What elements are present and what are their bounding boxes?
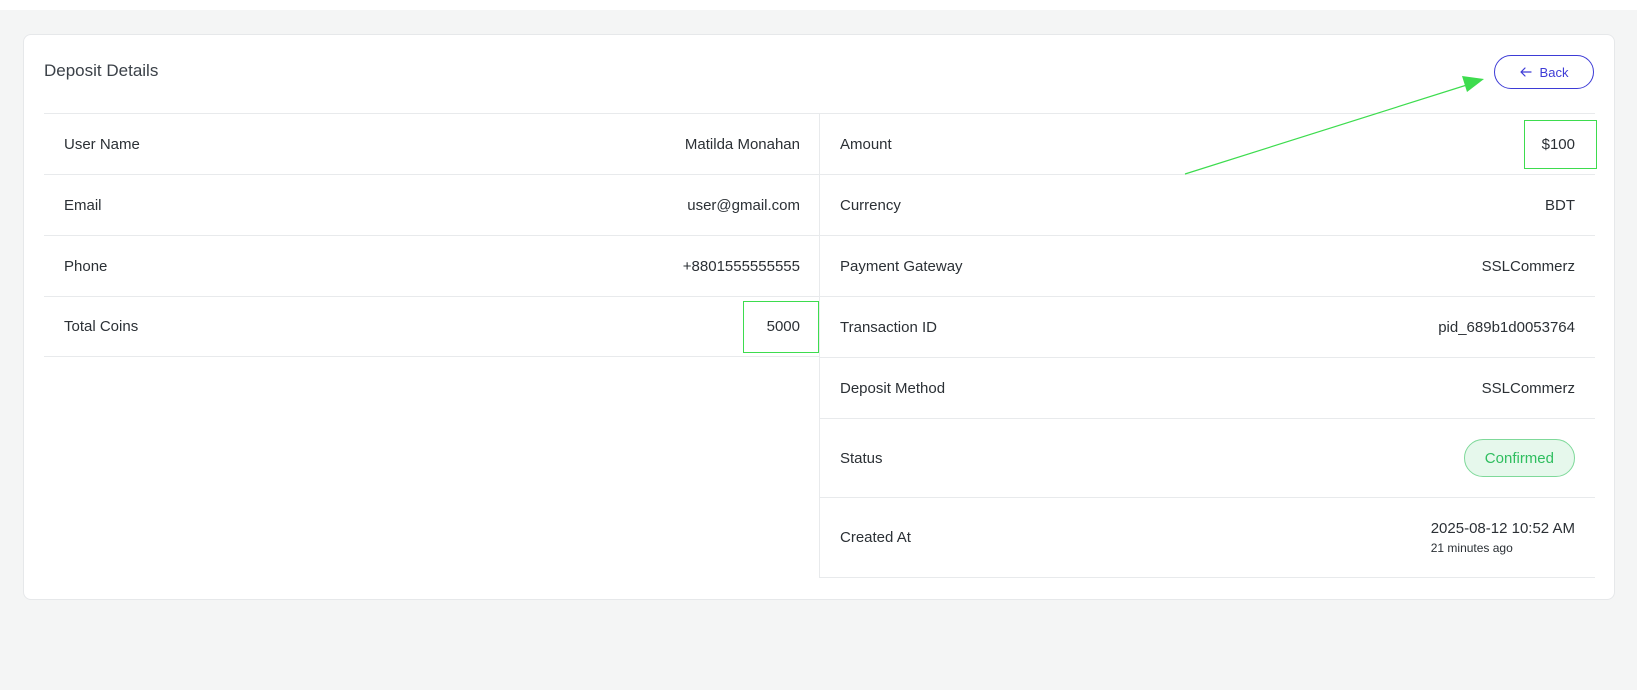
transaction-id-value: pid_689b1d0053764: [1438, 318, 1575, 336]
deposit-details-card: Deposit Details Back User Name Matilda M…: [23, 34, 1615, 600]
row-user-name: User Name Matilda Monahan: [44, 113, 820, 174]
row-total-coins: Total Coins 5000: [44, 296, 820, 357]
payment-gateway-value: SSLCommerz: [1481, 257, 1575, 275]
amount-label: Amount: [840, 135, 892, 153]
currency-label: Currency: [840, 196, 901, 214]
currency-value: BDT: [1545, 196, 1575, 214]
deposit-info-column: Amount $100 Currency BDT Payment Gateway…: [819, 113, 1597, 578]
deposit-method-value: SSLCommerz: [1481, 379, 1575, 397]
email-value: user@gmail.com: [687, 196, 800, 214]
back-button-label: Back: [1539, 64, 1569, 80]
created-at-value: 2025-08-12 10:52 AM 21 minutes ago: [1431, 520, 1575, 555]
back-button[interactable]: Back: [1494, 55, 1594, 89]
phone-label: Phone: [64, 257, 108, 275]
created-at-label: Created At: [840, 529, 911, 546]
status-label: Status: [840, 449, 883, 467]
created-at-date: 2025-08-12 10:52 AM: [1430, 520, 1575, 537]
row-email: Email user@gmail.com: [44, 174, 820, 235]
row-amount: Amount $100: [820, 113, 1597, 174]
row-status: Status Confirmed: [820, 418, 1595, 497]
total-coins-label: Total Coins: [64, 318, 139, 335]
row-currency: Currency BDT: [820, 174, 1595, 235]
status-badge: Confirmed: [1463, 439, 1575, 477]
phone-value: +8801555555555: [682, 257, 800, 275]
user-info-column: User Name Matilda Monahan Email user@gma…: [44, 113, 820, 357]
row-payment-gateway: Payment Gateway SSLCommerz: [820, 235, 1595, 296]
transaction-id-label: Transaction ID: [840, 318, 937, 336]
user-name-value: Matilda Monahan: [684, 135, 800, 153]
top-bar: [0, 0, 1637, 10]
email-label: Email: [64, 196, 102, 214]
row-phone: Phone +8801555555555: [44, 235, 820, 296]
deposit-method-label: Deposit Method: [840, 379, 946, 397]
created-at-relative: 21 minutes ago: [1430, 541, 1513, 555]
payment-gateway-label: Payment Gateway: [840, 257, 963, 275]
amount-value: $100: [1541, 135, 1575, 153]
user-name-label: User Name: [64, 135, 140, 153]
page-title: Deposit Details: [44, 61, 159, 80]
row-deposit-method: Deposit Method SSLCommerz: [820, 357, 1595, 418]
row-transaction-id: Transaction ID pid_689b1d0053764: [820, 296, 1595, 357]
arrow-left-icon: [1519, 67, 1532, 77]
total-coins-value: 5000: [766, 318, 800, 335]
row-created-at: Created At 2025-08-12 10:52 AM 21 minute…: [820, 497, 1595, 578]
